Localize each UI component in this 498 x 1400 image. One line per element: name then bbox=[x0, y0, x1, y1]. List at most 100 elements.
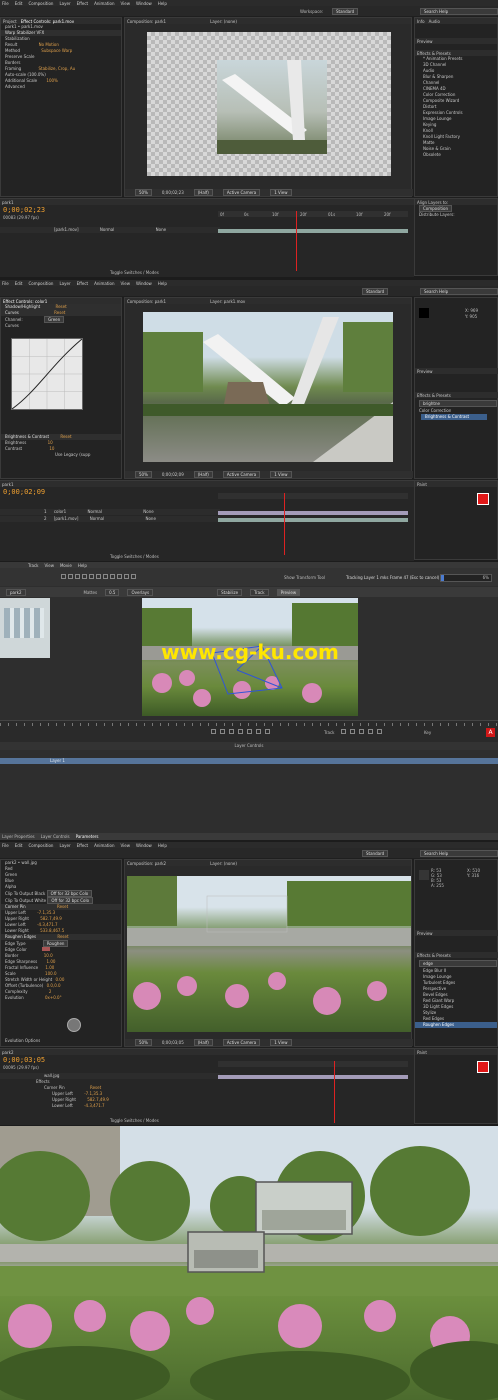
tab-effect-controls[interactable]: Effect Controls: color1 bbox=[3, 299, 47, 304]
track-backwards-icon[interactable] bbox=[341, 729, 346, 734]
opacity-field[interactable]: 0.5 bbox=[105, 588, 120, 596]
layer-row[interactable]: 2 [park1.mov] Normal None bbox=[0, 516, 220, 522]
tab-effects-presets[interactable]: Effects & Presets bbox=[417, 953, 451, 958]
workspace-select[interactable]: Standard bbox=[362, 288, 389, 295]
camera-select[interactable]: Active Camera bbox=[222, 1039, 261, 1046]
track-tab-button[interactable]: Track bbox=[250, 588, 269, 596]
layer-bar[interactable] bbox=[218, 229, 408, 233]
timeline-timecode[interactable]: 0;00;02;09 bbox=[3, 488, 45, 496]
go-end-icon[interactable] bbox=[256, 729, 261, 734]
current-time[interactable]: 0;00;02;23 bbox=[162, 190, 184, 195]
channel-select[interactable]: Green bbox=[44, 316, 65, 323]
playhead[interactable] bbox=[284, 493, 285, 555]
menu-animation[interactable]: Animation bbox=[94, 281, 114, 286]
foreground-color-swatch[interactable] bbox=[477, 1061, 489, 1073]
menu-window[interactable]: Window bbox=[136, 281, 152, 286]
camera-select[interactable]: Active Camera bbox=[222, 471, 261, 478]
menu-view[interactable]: View bbox=[121, 281, 131, 286]
layer-bar[interactable] bbox=[218, 1075, 408, 1079]
list-item[interactable]: Roughen Edges bbox=[415, 1022, 497, 1028]
tab-parameters[interactable]: Parameters bbox=[76, 834, 99, 839]
bezier-tool-icon[interactable] bbox=[89, 574, 94, 579]
camera-select[interactable]: Active Camera bbox=[222, 189, 261, 196]
tab-preview[interactable]: Preview bbox=[417, 931, 433, 936]
resolution-select[interactable]: (Half) bbox=[193, 1039, 213, 1046]
tab-preview[interactable]: Preview bbox=[417, 369, 433, 374]
preview-button[interactable]: Preview bbox=[276, 588, 301, 596]
menu-file[interactable]: File bbox=[2, 843, 9, 848]
zoom-select[interactable]: 50% bbox=[135, 1039, 152, 1046]
effects-search-input[interactable]: brightne bbox=[419, 400, 497, 407]
tab-audio[interactable]: Audio bbox=[429, 19, 440, 24]
evolution-dial[interactable] bbox=[67, 1018, 81, 1032]
zoom-tool-icon[interactable] bbox=[75, 574, 80, 579]
time-ruler[interactable]: 0f 0s 10f 20f 01s 10f 20f bbox=[218, 211, 408, 217]
mattes-label[interactable]: Mattes bbox=[84, 590, 98, 595]
tab-layer-properties[interactable]: Layer Properties bbox=[2, 834, 35, 839]
playhead[interactable] bbox=[334, 1061, 335, 1123]
tab-layer[interactable]: Layer: (none) bbox=[210, 19, 237, 24]
toggle-switches[interactable]: Toggle Switches / Modes bbox=[110, 554, 159, 559]
comp-canvas[interactable] bbox=[147, 32, 391, 176]
loop-icon[interactable] bbox=[265, 729, 270, 734]
track-back-frame-icon[interactable] bbox=[350, 729, 355, 734]
menu-movie[interactable]: Movie bbox=[60, 563, 72, 568]
stop-icon[interactable] bbox=[359, 729, 364, 734]
toggle-switches[interactable]: Toggle Switches / Modes bbox=[110, 270, 159, 275]
timeline-timecode[interactable]: 0;00;03;05 bbox=[3, 1056, 45, 1064]
current-time[interactable]: 0;00;03;05 bbox=[162, 1040, 184, 1045]
toggle-switches[interactable]: Toggle Switches / Modes bbox=[110, 1118, 159, 1123]
menu-view[interactable]: View bbox=[44, 563, 54, 568]
time-ruler[interactable] bbox=[218, 493, 408, 499]
surface-tool-icon[interactable] bbox=[117, 574, 122, 579]
layer-row[interactable]: Layer 1 bbox=[0, 758, 498, 764]
workspace-select[interactable]: Standard bbox=[362, 850, 389, 857]
menu-effect[interactable]: Effect bbox=[77, 843, 89, 848]
menu-animation[interactable]: Animation bbox=[94, 843, 114, 848]
search-help-input[interactable]: Search Help bbox=[420, 850, 498, 857]
resolution-select[interactable]: (Half) bbox=[193, 471, 213, 478]
zoom-select[interactable]: 50% bbox=[135, 189, 152, 196]
pan-tool-icon[interactable] bbox=[68, 574, 73, 579]
layer-bar[interactable] bbox=[218, 518, 408, 522]
menu-view[interactable]: View bbox=[121, 843, 131, 848]
legacy-checkbox[interactable]: Use Legacy (supp bbox=[1, 452, 121, 458]
step-forward-icon[interactable] bbox=[247, 729, 252, 734]
menu-layer[interactable]: Layer bbox=[59, 843, 70, 848]
track-forward-frame-icon[interactable] bbox=[368, 729, 373, 734]
zoom-select[interactable]: 50% bbox=[135, 471, 152, 478]
menu-window[interactable]: Window bbox=[136, 1, 152, 6]
comp-canvas[interactable] bbox=[143, 312, 393, 462]
time-ruler[interactable] bbox=[218, 1061, 408, 1067]
effect-result-item[interactable]: Brightness & Contrast bbox=[421, 414, 487, 420]
tab-paint[interactable]: Paint bbox=[417, 1050, 427, 1055]
transform-tool-icon[interactable] bbox=[110, 574, 115, 579]
align-to-select[interactable]: Composition bbox=[419, 205, 452, 212]
effects-search-input[interactable]: edge bbox=[419, 960, 497, 967]
play-back-icon[interactable] bbox=[229, 729, 234, 734]
menu-help[interactable]: Help bbox=[158, 1, 167, 6]
tab-project[interactable]: Project bbox=[3, 19, 17, 24]
menu-window[interactable]: Window bbox=[136, 843, 152, 848]
search-help-input[interactable]: Search Help bbox=[420, 288, 498, 295]
menu-track[interactable]: Track bbox=[28, 563, 38, 568]
menu-composition[interactable]: Composition bbox=[28, 843, 53, 848]
tab-preview[interactable]: Preview bbox=[417, 39, 433, 44]
brightness-value[interactable]: 10 bbox=[48, 440, 53, 445]
resolution-select[interactable]: (Half) bbox=[193, 189, 213, 196]
select-tool-icon[interactable] bbox=[61, 574, 66, 579]
menu-help[interactable]: Help bbox=[158, 843, 167, 848]
view-select[interactable]: 1 View bbox=[270, 471, 292, 478]
magnet-tool-icon[interactable] bbox=[96, 574, 101, 579]
workspace-select[interactable]: Standard bbox=[332, 8, 359, 15]
align-tool-icon[interactable] bbox=[131, 574, 136, 579]
menu-layer[interactable]: Layer bbox=[59, 1, 70, 6]
tab-composition[interactable]: Composition: park1 bbox=[127, 19, 166, 24]
menu-edit[interactable]: Edit bbox=[15, 843, 23, 848]
add-point-tool-icon[interactable] bbox=[103, 574, 108, 579]
menu-file[interactable]: File bbox=[2, 281, 9, 286]
tab-effects-presets[interactable]: Effects & Presets bbox=[417, 393, 451, 398]
contrast-value[interactable]: 10 bbox=[49, 446, 54, 451]
tab-timeline[interactable]: park2 bbox=[2, 1050, 14, 1055]
clip-select[interactable]: park2 bbox=[6, 588, 26, 596]
